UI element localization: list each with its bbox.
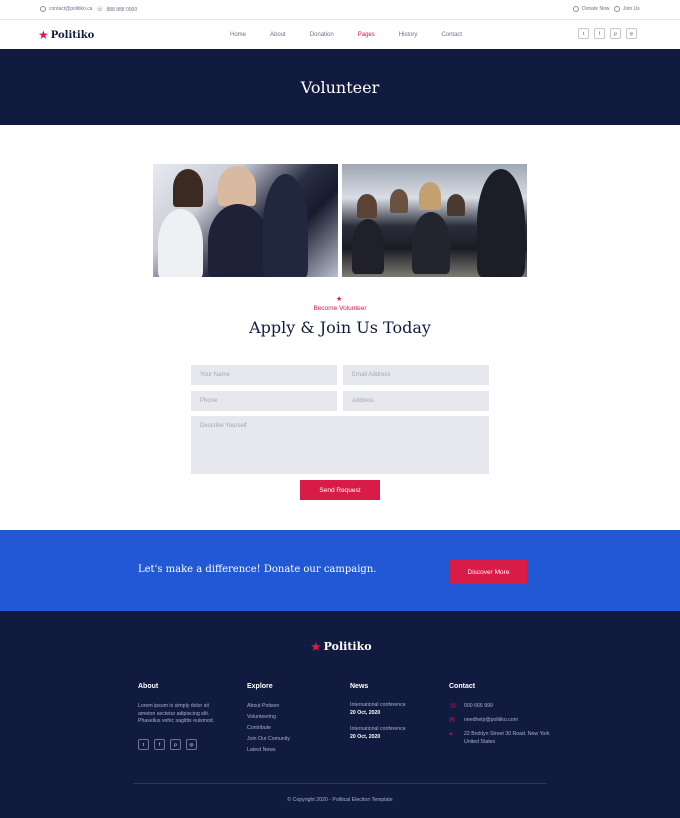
discover-more-button[interactable]: Discover More (450, 560, 527, 584)
footer-link[interactable]: Latest News (247, 747, 290, 758)
volunteer-photo-business (153, 164, 338, 277)
facebook-icon[interactable]: f (154, 739, 165, 750)
name-input[interactable]: Your Name (191, 365, 337, 385)
star-icon: ★ (336, 296, 343, 303)
facebook-icon[interactable]: f (594, 28, 605, 39)
footer-contact-heading: Contact (449, 683, 476, 690)
pinterest-icon[interactable]: p (170, 739, 181, 750)
copyright-text: © Copyright 2020 - Political Election Te… (287, 797, 393, 803)
news-date: 20 Oct, 2020 (350, 734, 381, 740)
nav-history[interactable]: History (399, 32, 418, 38)
main-nav: Home About Donation Pages History Contac… (230, 32, 484, 38)
location-icon: ⌖ (449, 731, 453, 738)
footer-link[interactable]: About Potisen (247, 703, 290, 714)
send-request-button[interactable]: Send Request (300, 480, 380, 500)
donate-now-link[interactable]: Donate Now (573, 6, 610, 12)
footer-link[interactable]: Volunteering (247, 714, 290, 725)
footer-explore-heading: Explore (247, 683, 273, 690)
contact-email[interactable]: contact@politiko.ca (40, 6, 92, 12)
address-input[interactable]: Address (343, 391, 489, 411)
donate-icon (573, 6, 579, 12)
footer-phone-text: 000 666 999 (464, 703, 493, 709)
email-input[interactable]: Email Address (343, 365, 489, 385)
user-icon (614, 6, 620, 12)
mail-icon: ✉ (449, 717, 455, 724)
footer-explore-links: About Potisen Volunteering Contribute Jo… (247, 703, 290, 758)
contact-email-text: contact@politiko.ca (49, 6, 93, 12)
footer-social-links: t f p ◎ (138, 739, 197, 750)
donate-now-label: Donate Now (582, 6, 610, 12)
phone-input[interactable]: Phone (191, 391, 337, 411)
footer-logo-text: Politiko (323, 640, 372, 653)
header-social-links: t f p ◎ (578, 28, 637, 39)
instagram-icon[interactable]: ◎ (626, 28, 637, 39)
page-banner: Volunteer (0, 49, 680, 125)
footer-email-text: needhelp@politiko.com (464, 717, 519, 723)
logo-text: Politiko (50, 29, 95, 41)
footer-address: ⌖ 22 Broklyn Street 30 Road. New York Un… (449, 731, 554, 746)
instagram-icon[interactable]: ◎ (186, 739, 197, 750)
footer-about-heading: About (138, 683, 159, 690)
footer-email[interactable]: ✉ needhelp@politiko.com (449, 717, 518, 725)
news-title: International conference (350, 702, 406, 708)
star-icon: ★ (38, 28, 49, 42)
join-us-link[interactable]: Join Us (614, 6, 640, 12)
twitter-icon[interactable]: t (138, 739, 149, 750)
mail-icon (40, 6, 46, 12)
phone-icon: ☏ (96, 7, 104, 13)
footer-news-heading: News (350, 683, 369, 690)
footer-divider (133, 783, 547, 784)
footer-logo[interactable]: ★ Politiko (310, 638, 372, 654)
footer-address-text: 22 Broklyn Street 30 Road. New York Unit… (464, 731, 550, 745)
star-icon: ★ (310, 638, 322, 654)
footer-about-text: Lorem ipsum is simply dolor sit ameton s… (138, 703, 215, 724)
news-date: 20 Oct, 2020 (350, 710, 381, 716)
nav-pages[interactable]: Pages (358, 32, 375, 38)
pinterest-icon[interactable]: p (610, 28, 621, 39)
footer-link[interactable]: Join Our Comunity (247, 736, 290, 747)
phone-icon: ☏ (449, 703, 458, 710)
news-title: International conference (350, 726, 406, 732)
contact-phone[interactable]: ☏ 888 888 0000 (96, 6, 138, 14)
site-logo[interactable]: ★ Politiko (38, 29, 94, 41)
cta-text: Let's make a difference! Donate our camp… (138, 564, 377, 575)
top-bar: contact@politiko.ca ☏ 888 888 0000 Donat… (0, 0, 680, 20)
volunteer-photo-audience (342, 164, 527, 277)
nav-contact[interactable]: Contact (441, 32, 462, 38)
news-item[interactable]: International conference 20 Oct, 2020 (350, 726, 406, 740)
section-eyebrow: Become Volunteer (313, 305, 367, 312)
nav-about[interactable]: About (270, 32, 286, 38)
contact-phone-text: 888 888 0000 (106, 6, 138, 13)
section-title: Apply & Join Us Today (249, 318, 431, 337)
footer-link[interactable]: Contribute (247, 725, 290, 736)
main-header: ★ Politiko Home About Donation Pages His… (0, 21, 680, 49)
footer-phone[interactable]: ☏ 000 666 999 (449, 703, 493, 711)
nav-home[interactable]: Home (230, 32, 246, 38)
nav-donation[interactable]: Donation (310, 32, 334, 38)
news-item[interactable]: International conference 20 Oct, 2020 (350, 702, 406, 716)
twitter-icon[interactable]: t (578, 28, 589, 39)
describe-textarea[interactable]: Describe Yourself (191, 416, 489, 474)
page-title: Volunteer (300, 77, 380, 97)
join-us-label: Join Us (623, 6, 640, 12)
